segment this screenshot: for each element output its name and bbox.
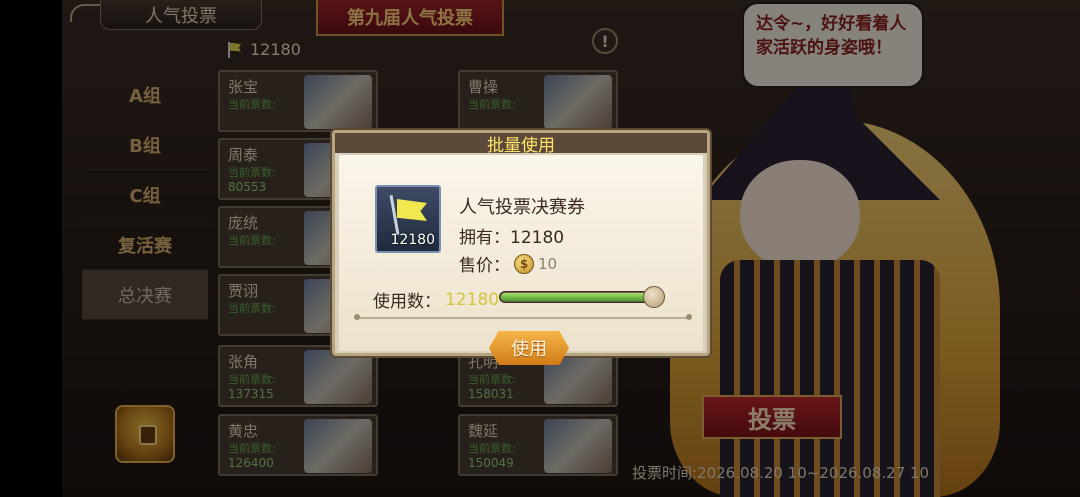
quantity-slider[interactable] — [499, 286, 665, 308]
price-label: 售价： — [459, 256, 510, 276]
use-amount-row: 使用数： 12180 — [373, 287, 500, 313]
use-button[interactable]: 使用 — [489, 331, 569, 365]
batch-use-dialog: 批量使用 12180 人气投票决赛券 拥有：12180 售价： $ 10 使用数… — [332, 130, 710, 365]
slider-fill — [501, 293, 653, 301]
dialog-body: 12180 人气投票决赛券 拥有：12180 售价： $ 10 使用数： 121… — [339, 155, 703, 365]
owned-row: 拥有：12180 — [459, 223, 564, 248]
item-icon-count: 12180 — [390, 232, 435, 248]
flag-icon — [389, 195, 429, 235]
dialog-title: 批量使用 — [487, 136, 555, 156]
use-amount-value: 12180 — [445, 289, 500, 310]
owned-value: 12180 — [510, 228, 565, 248]
price-value: 10 — [538, 254, 558, 273]
owned-label: 拥有： — [459, 228, 510, 248]
item-icon: 12180 — [375, 185, 441, 253]
game-screen: 人气投票 第九届人气投票 12180 ! A组 B组 C组 复活赛 总决赛 张宝… — [0, 0, 1080, 497]
slider-handle[interactable] — [643, 286, 665, 308]
price-row: 售价： $ 10 — [459, 251, 557, 276]
coin-icon: $ — [514, 253, 534, 274]
divider — [354, 314, 692, 320]
use-amount-label: 使用数： — [373, 292, 441, 312]
item-name: 人气投票决赛券 — [459, 197, 585, 218]
